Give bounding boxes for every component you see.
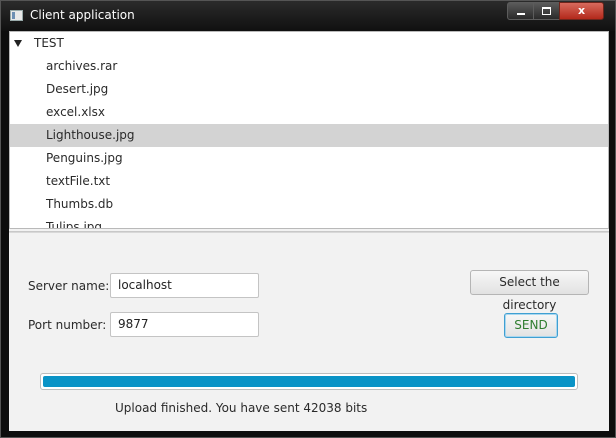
window-title: Client application (30, 8, 135, 22)
tree-item-label: Thumbs.db (46, 197, 114, 211)
title-bar[interactable]: Client application x (1, 1, 615, 31)
tree-item-label: Desert.jpg (46, 82, 109, 96)
tree-item[interactable]: Penguins.jpg (10, 147, 608, 170)
file-tree[interactable]: TEST archives.rar Desert.jpg excel.xlsx … (9, 31, 609, 229)
server-name-input[interactable]: localhost (110, 273, 259, 298)
port-number-input[interactable]: 9877 (110, 312, 259, 337)
tree-item[interactable]: Desert.jpg (10, 78, 608, 101)
maximize-icon (542, 7, 551, 15)
tree-item-label: Tulips.jpg (46, 220, 103, 229)
minimize-icon (516, 13, 525, 15)
tree-root-item[interactable]: TEST (10, 32, 608, 55)
expand-caret-icon[interactable] (14, 40, 22, 47)
close-button[interactable]: x (559, 2, 604, 20)
app-window: Client application x TEST archives.rar D… (0, 0, 616, 438)
minimize-button[interactable] (507, 2, 534, 20)
maximize-button[interactable] (533, 2, 560, 20)
upload-progress-bar (40, 373, 578, 390)
tree-item[interactable]: archives.rar (10, 55, 608, 78)
tree-item-label: textFile.txt (46, 174, 111, 188)
tree-item-label: Penguins.jpg (46, 151, 123, 165)
tree-item[interactable]: Tulips.jpg (10, 216, 608, 229)
send-button[interactable]: SEND (504, 313, 558, 338)
tree-root-label: TEST (34, 36, 64, 50)
tree-item[interactable]: textFile.txt (10, 170, 608, 193)
upload-progress-fill (43, 376, 575, 387)
upload-status-text: Upload finished. You have sent 42038 bit… (115, 401, 368, 415)
tree-item-selected[interactable]: Lighthouse.jpg (10, 124, 608, 147)
split-divider[interactable] (9, 231, 609, 233)
app-window-icon (10, 10, 23, 21)
port-number-label: Port number: (28, 318, 107, 332)
main-panel: TEST archives.rar Desert.jpg excel.xlsx … (9, 31, 609, 431)
server-name-label: Server name: (28, 279, 110, 293)
tree-item[interactable]: Thumbs.db (10, 193, 608, 216)
close-icon: x (577, 4, 586, 17)
tree-item-label: excel.xlsx (46, 105, 105, 119)
tree-item-label: Lighthouse.jpg (46, 128, 135, 142)
select-directory-button[interactable]: Select the directory (470, 270, 589, 312)
tree-item[interactable]: excel.xlsx (10, 101, 608, 124)
tree-item-label: archives.rar (46, 59, 118, 73)
